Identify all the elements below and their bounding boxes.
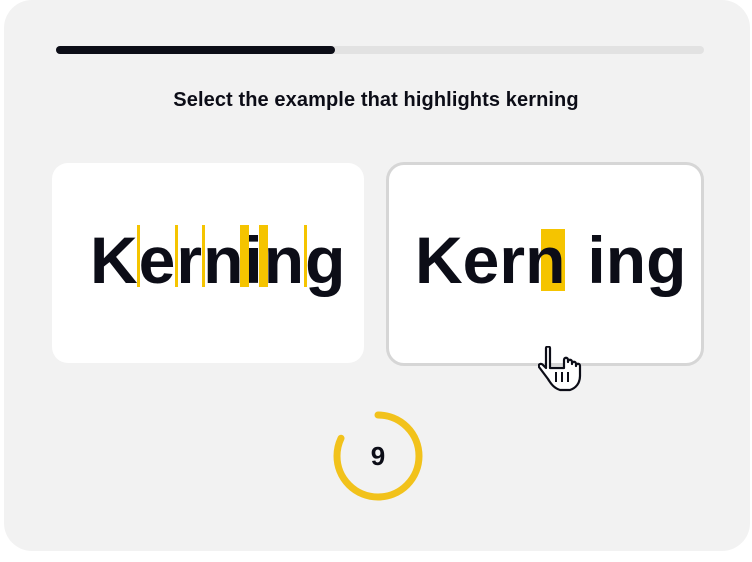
answer-option-b[interactable]: Kern ing (386, 162, 704, 366)
hand-pointer-icon (538, 346, 582, 392)
word-letter: n (525, 223, 566, 297)
word-letter: i (244, 223, 264, 297)
word-letter: K (415, 223, 463, 297)
question-text: Select the example that highlights kerni… (173, 89, 579, 111)
countdown-timer: 9 (331, 409, 425, 503)
word-letter: g (646, 223, 687, 297)
word-letter: i (587, 223, 606, 297)
word-letter: r (176, 223, 204, 297)
progress-bar (56, 46, 704, 54)
word-letter: g (305, 223, 347, 297)
timer-value: 9 (370, 441, 386, 471)
word-letter: K (90, 223, 139, 297)
word-letter: r (499, 223, 526, 297)
word-letter: n (263, 223, 306, 297)
answer-option-a[interactable]: Kerning (52, 163, 364, 363)
word-letter: n (203, 223, 245, 297)
kerning-word-example-a: Kerning (90, 225, 346, 293)
kerning-word-example-b: Kern ing (415, 227, 686, 293)
word-letter: n (605, 223, 647, 297)
word-letter: e (462, 223, 500, 297)
word-letter: e (138, 223, 177, 297)
progress-bar-fill (56, 46, 335, 54)
